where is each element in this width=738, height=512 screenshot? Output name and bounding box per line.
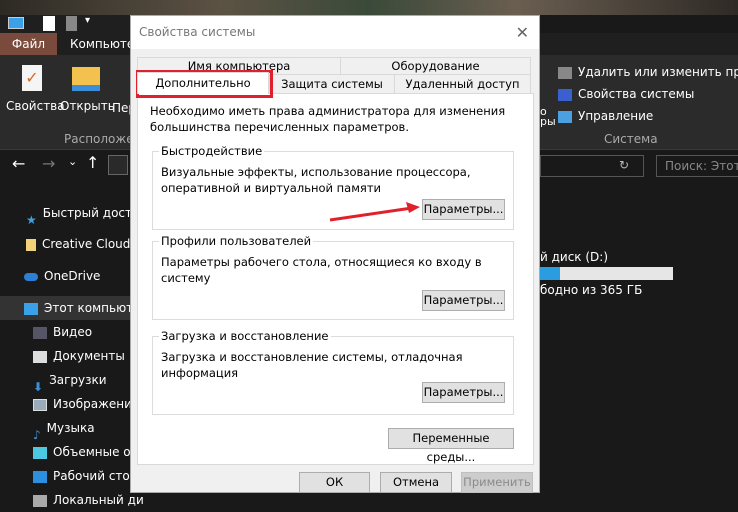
tab-system-protection[interactable]: Защита системы <box>269 74 395 94</box>
group-description: Параметры рабочего стола, относящиеся ко… <box>161 255 482 285</box>
properties-icon: ✓ <box>22 65 42 91</box>
music-icon: ♪ <box>33 427 41 442</box>
group-title: Загрузка и восстановление <box>159 329 331 343</box>
sidebar-label: Музыка <box>46 421 95 435</box>
annotation-arrow <box>329 202 420 222</box>
advanced-panel: Необходимо иметь права администратора дл… <box>137 93 534 465</box>
properties-icon[interactable] <box>43 16 55 31</box>
tab-file[interactable]: Файл <box>0 33 57 55</box>
drive-usage-fill <box>540 267 560 280</box>
sidebar-label: Быстрый досту <box>42 206 140 220</box>
sidebar-label: Загрузки <box>49 373 107 387</box>
up-icon[interactable]: ↑ <box>86 153 99 172</box>
sidebar-item-creative-cloud[interactable]: Creative Cloud F <box>26 232 141 256</box>
drive-name[interactable]: й диск (D:) <box>540 250 608 264</box>
back-icon[interactable]: ← <box>12 154 25 173</box>
group-title: Быстродействие <box>159 144 265 158</box>
sidebar-item-local-disk[interactable]: Локальный ди <box>33 488 144 512</box>
sidebar-item-music[interactable]: ♪ Музыка <box>33 416 95 442</box>
address-bar-end[interactable]: ↻ <box>540 155 644 177</box>
sidebar-item-3d-objects[interactable]: Объемные об <box>33 440 138 464</box>
desktop-icon <box>33 470 47 483</box>
programs-icon <box>558 66 572 79</box>
address-bar[interactable] <box>108 155 128 175</box>
arrow-shaft <box>329 206 413 222</box>
computer-icon[interactable] <box>8 17 24 29</box>
system-properties-icon <box>558 88 572 101</box>
cancel-button[interactable]: Отмена <box>380 472 452 493</box>
arrow-head <box>406 202 420 213</box>
sidebar-item-video[interactable]: Видео <box>33 320 92 344</box>
customize-dropdown-icon[interactable]: ▾ <box>85 15 90 26</box>
group-description: Загрузка и восстановление системы, отлад… <box>161 350 463 380</box>
uninstall-programs-button[interactable]: Удалить или изменить програ <box>558 65 738 79</box>
manage-icon <box>558 110 572 123</box>
group-startup-recovery: Загрузка и восстановление Загрузка и вос… <box>152 329 514 415</box>
system-properties-dialog: Свойства системы ✕ Имя компьютера Оборуд… <box>130 15 540 493</box>
sidebar-label: Объемные об <box>53 445 139 459</box>
refresh-icon[interactable]: ↻ <box>619 158 629 172</box>
tab-advanced[interactable]: Дополнительно <box>137 72 269 94</box>
sidebar-label: OneDrive <box>44 269 101 283</box>
uninstall-label: Удалить или изменить програ <box>578 65 738 79</box>
folder-icon <box>72 67 100 91</box>
sidebar-label: Видео <box>53 325 93 339</box>
dialog-title: Свойства системы <box>131 16 539 49</box>
sidebar-item-pictures[interactable]: Изображения <box>33 392 139 416</box>
sidebar-label: Рабочий стол <box>53 469 138 483</box>
tab-remote[interactable]: Удаленный доступ <box>394 74 531 94</box>
sidebar-item-documents[interactable]: Документы <box>33 344 125 368</box>
sidebar-label: Документы <box>53 349 125 363</box>
admin-notice: Необходимо иметь права администратора дл… <box>150 104 506 134</box>
system-properties-label: Свойства системы <box>578 87 695 101</box>
folder-icon <box>26 238 36 251</box>
cube-icon <box>33 446 47 459</box>
group-label-system: Система <box>604 132 658 146</box>
forward-icon[interactable]: → <box>42 154 55 173</box>
manage-button[interactable]: Управление <box>558 109 653 123</box>
sidebar-item-desktop[interactable]: Рабочий стол <box>33 464 137 488</box>
properties-button[interactable]: ✓ Свойства <box>6 65 65 113</box>
drive-usage-bar <box>540 267 673 280</box>
star-icon: ★ <box>26 212 37 227</box>
manage-label: Управление <box>578 109 654 123</box>
search-input[interactable]: Поиск: Этот к <box>656 155 738 177</box>
system-properties-button[interactable]: Свойства системы <box>558 87 694 101</box>
sidebar-item-onedrive[interactable]: OneDrive <box>24 264 100 288</box>
recent-dropdown-icon[interactable]: ⌄ <box>68 155 77 168</box>
sidebar-item-this-pc[interactable]: Этот компьютер <box>0 296 148 320</box>
group-description: Визуальные эффекты, использование процес… <box>161 165 471 195</box>
group-title: Профили пользователей <box>159 234 314 248</box>
new-folder-icon[interactable] <box>66 16 77 31</box>
open-button[interactable]: Открыть <box>60 65 115 113</box>
document-icon <box>33 350 47 363</box>
sidebar-label: Локальный ди <box>53 493 144 507</box>
video-icon <box>33 326 47 339</box>
disk-icon <box>33 494 47 507</box>
sidebar-item-downloads[interactable]: ⬇ Загрузки <box>33 368 107 394</box>
environment-variables-button[interactable]: Переменные среды... <box>388 428 514 464</box>
user-profiles-settings-button[interactable]: Параметры... <box>422 290 505 311</box>
properties-label: Свойства <box>6 99 65 113</box>
sidebar-item-quick-access[interactable]: ★ Быстрый досту <box>26 201 140 227</box>
background-photo <box>0 0 738 15</box>
close-icon[interactable]: ✕ <box>516 16 529 49</box>
tab-hardware[interactable]: Оборудование <box>340 57 531 75</box>
sidebar-label: Creative Cloud F <box>42 237 142 251</box>
apply-button[interactable]: Применить <box>461 472 533 493</box>
picture-icon <box>33 398 47 411</box>
computer-icon <box>24 302 38 315</box>
cut-label: ры <box>540 115 556 128</box>
ok-button[interactable]: ОК <box>299 472 370 493</box>
cloud-icon <box>24 272 38 281</box>
download-icon: ⬇ <box>33 379 44 394</box>
drive-free-space: бодно из 365 ГБ <box>540 283 643 297</box>
performance-settings-button[interactable]: Параметры... <box>422 199 505 220</box>
open-label: Открыть <box>60 99 115 113</box>
quick-access-toolbar: ▾ <box>0 15 130 33</box>
sidebar-label: Изображения <box>53 397 140 411</box>
group-user-profiles: Профили пользователей Параметры рабочего… <box>152 234 514 320</box>
startup-recovery-settings-button[interactable]: Параметры... <box>422 382 505 403</box>
